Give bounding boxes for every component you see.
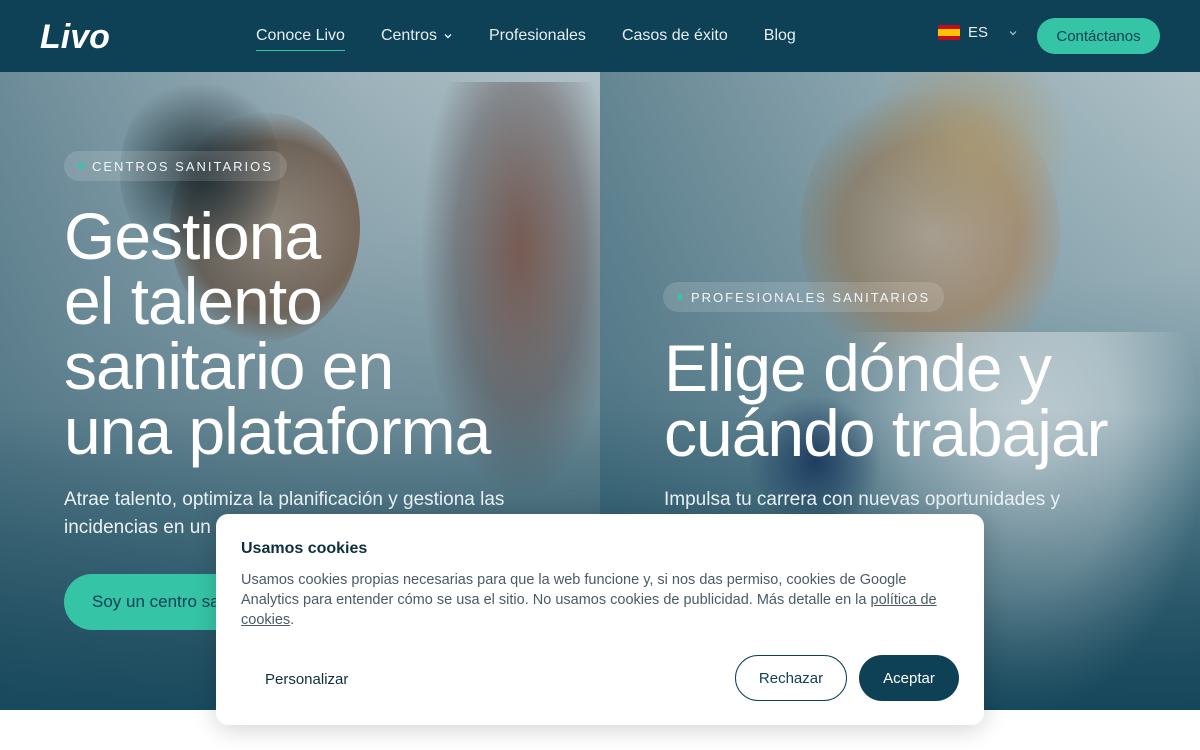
- language-selector[interactable]: ES: [938, 24, 1018, 41]
- cookie-body: Usamos cookies propias necesarias para q…: [241, 572, 907, 608]
- badge-text: PROFESIONALES SANITARIOS: [691, 289, 931, 305]
- cookie-text-end: .: [290, 612, 295, 628]
- nav-label: Profesionales: [488, 27, 586, 44]
- subtitle-line: Impulsa tu carrera con nuevas oportunida…: [664, 489, 1061, 510]
- badge-centros: CENTROS SANITARIOS: [64, 151, 287, 181]
- cookie-text: Usamos cookies propias necesarias para q…: [241, 570, 956, 630]
- nav-label: Blog: [763, 27, 796, 44]
- logo-text: Livo: [40, 18, 110, 54]
- hero-right-headline: Elige dónde y cuándo trabajar: [664, 331, 1109, 470]
- nav-item-blog[interactable]: Blog: [764, 21, 796, 51]
- chevron-down-icon: [1009, 30, 1017, 35]
- badge-dot-icon: [78, 163, 84, 169]
- headline-line: una plataforma: [64, 394, 491, 468]
- spain-flag-icon: [938, 25, 960, 40]
- chevron-down-icon: [444, 34, 452, 39]
- nav-item-centros[interactable]: Centros: [381, 21, 453, 51]
- subtitle-line: Atrae talento, optimiza la planificación…: [64, 489, 505, 510]
- headline-line: sanitario en: [64, 329, 394, 403]
- top-navbar: Livo Conoce Livo Centros Profesionales C…: [0, 0, 1200, 72]
- livo-logo-icon: Livo: [40, 18, 110, 54]
- nav-label: Conoce Livo: [256, 26, 345, 44]
- contact-button[interactable]: Contáctanos: [1037, 18, 1160, 54]
- nav-item-profesionales[interactable]: Profesionales: [489, 21, 586, 51]
- reject-button[interactable]: Rechazar: [735, 655, 847, 701]
- badge-profesionales: PROFESIONALES SANITARIOS: [663, 282, 945, 312]
- nav-label: Casos de éxito: [621, 27, 728, 44]
- headline-line: Gestiona: [64, 199, 321, 273]
- language-code: ES: [968, 24, 989, 41]
- personalize-button[interactable]: Personalizar: [265, 656, 385, 702]
- nav-item-casos-de-exito[interactable]: Casos de éxito: [622, 21, 728, 51]
- accept-button[interactable]: Aceptar: [859, 655, 959, 701]
- nav-item-conoce-livo[interactable]: Conoce Livo: [256, 21, 345, 51]
- cta-label: Soy un centro sa: [92, 592, 220, 611]
- livo-logo[interactable]: Livo: [40, 16, 118, 56]
- cookie-banner: Usamos cookies Usamos cookies propias ne…: [216, 514, 984, 725]
- badge-text: CENTROS SANITARIOS: [92, 158, 273, 174]
- headline-line: el talento: [64, 264, 323, 338]
- badge-dot-icon: [677, 294, 683, 300]
- cookie-title: Usamos cookies: [241, 540, 368, 557]
- hero-left-headline: Gestiona el talento sanitario en una pla…: [64, 199, 491, 468]
- headline-line: Elige dónde y: [664, 331, 1052, 405]
- headline-line: cuándo trabajar: [664, 396, 1109, 470]
- main-menu: Conoce Livo Centros Profesionales Casos …: [256, 0, 796, 72]
- hero-right-subtitle: Impulsa tu carrera con nuevas oportunida…: [664, 486, 1164, 514]
- nav-label: Centros: [380, 27, 437, 44]
